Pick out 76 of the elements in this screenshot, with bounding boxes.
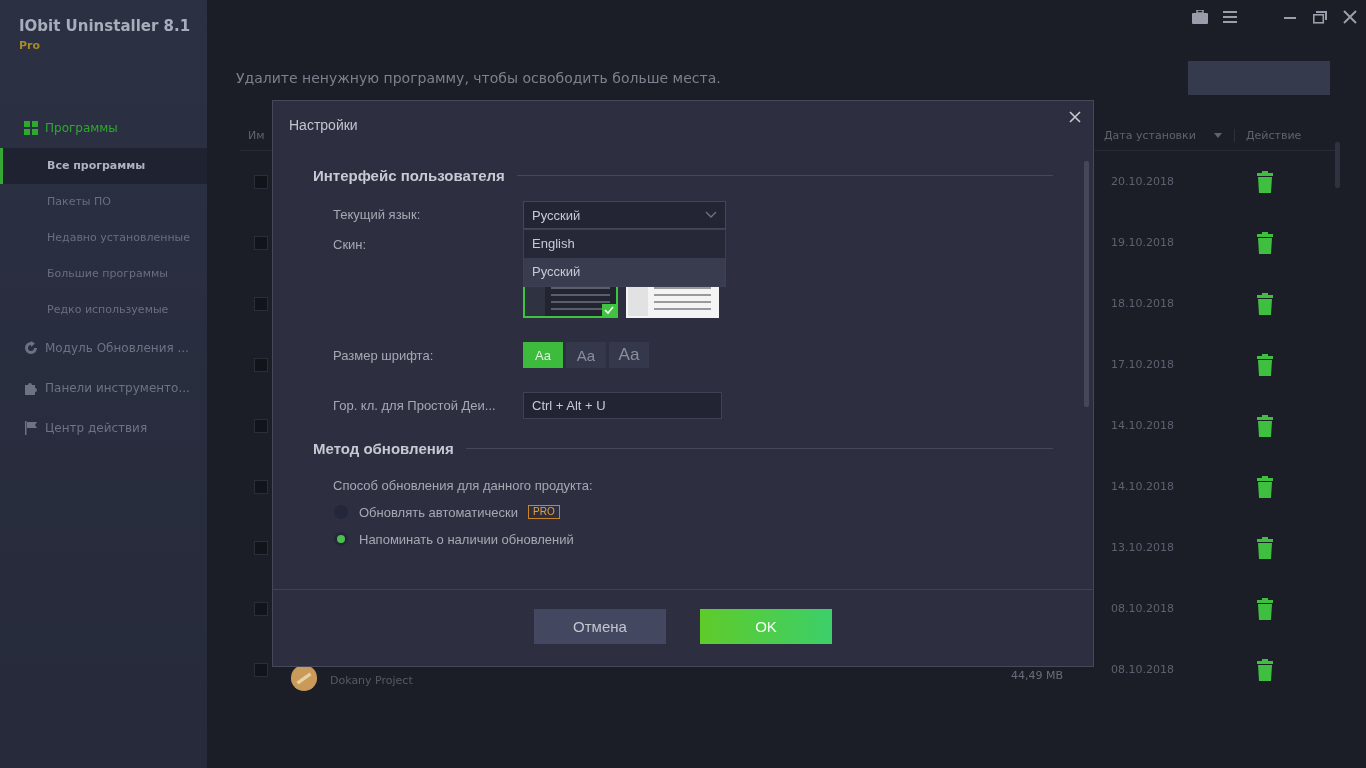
publisher-text: Dokany Project bbox=[330, 674, 413, 687]
radio-label[interactable]: Обновлять автоматически bbox=[359, 504, 518, 520]
trash-icon[interactable] bbox=[1256, 353, 1274, 376]
row-checkbox[interactable] bbox=[254, 662, 268, 677]
nav-subitem[interactable]: Пакеты ПО bbox=[0, 184, 207, 220]
section-heading: Интерфейс пользователя bbox=[313, 166, 505, 184]
section-heading: Метод обновления bbox=[313, 439, 454, 457]
nav-subitem[interactable]: Все программы bbox=[0, 148, 207, 184]
row-checkbox[interactable] bbox=[254, 540, 268, 555]
menu-icon[interactable] bbox=[1222, 10, 1238, 24]
row-checkbox[interactable] bbox=[254, 296, 268, 311]
scrollbar-thumb[interactable] bbox=[1084, 161, 1089, 407]
hotkey-field[interactable]: Ctrl + Alt + U bbox=[523, 392, 722, 419]
nav-item[interactable]: Панели инструменто... bbox=[0, 368, 207, 408]
field-label: Размер шрифта: bbox=[333, 347, 435, 365]
date-cell-text: 19.10.2018 bbox=[1111, 236, 1175, 249]
nav-item[interactable]: Программы bbox=[0, 108, 207, 148]
trash-icon[interactable] bbox=[1256, 658, 1274, 681]
trash-icon[interactable] bbox=[1256, 231, 1274, 254]
column-header[interactable]: Действие bbox=[1234, 128, 1340, 142]
ok-button[interactable]: OK bbox=[700, 609, 832, 644]
field-label: Гор. кл. для Простой Деи... bbox=[333, 397, 497, 415]
sort-caret-icon bbox=[1214, 132, 1222, 138]
pro-badge: PRO bbox=[528, 505, 560, 519]
trash-icon[interactable] bbox=[1256, 475, 1274, 498]
check-icon bbox=[602, 304, 616, 316]
row-checkbox[interactable] bbox=[254, 174, 268, 189]
trash-icon[interactable] bbox=[1256, 536, 1274, 559]
row-checkbox[interactable] bbox=[254, 479, 268, 494]
date-cell-text: 13.10.2018 bbox=[1111, 541, 1175, 554]
date-cell-text: 14.10.2018 bbox=[1111, 480, 1175, 493]
flag-icon bbox=[24, 421, 38, 435]
trash-icon[interactable] bbox=[1256, 597, 1274, 620]
nav-subitem[interactable]: Редко используемые bbox=[0, 292, 207, 328]
field-label: Скин: bbox=[333, 236, 368, 254]
row-checkbox[interactable] bbox=[254, 235, 268, 250]
trash-icon[interactable] bbox=[1256, 170, 1274, 193]
nav-item[interactable]: Модуль Обновления ... bbox=[0, 328, 207, 368]
close-icon[interactable] bbox=[1342, 10, 1358, 24]
toolbox-icon[interactable] bbox=[1192, 10, 1208, 24]
nav-subitem[interactable]: Большие программы bbox=[0, 256, 207, 292]
date-cell-text: 08.10.2018 bbox=[1111, 663, 1175, 676]
refresh-icon bbox=[24, 341, 38, 355]
dialog-title: Настройки bbox=[289, 117, 358, 133]
date-cell-text: 20.10.2018 bbox=[1111, 175, 1175, 188]
size-cell: 44,49 MB bbox=[1010, 669, 1063, 682]
language-option[interactable]: English bbox=[524, 230, 725, 258]
headline: Удалите ненужную программу, чтобы освободить больше места. bbox=[236, 70, 721, 86]
font-size-button[interactable]: Aa bbox=[566, 342, 606, 368]
radio-label[interactable]: Напоминать о наличии обновлений bbox=[359, 531, 574, 547]
language-option[interactable]: Русский bbox=[524, 258, 725, 286]
nav-subitem[interactable]: Недавно установленные bbox=[0, 220, 207, 256]
cancel-button[interactable]: Отмена bbox=[534, 609, 666, 644]
restore-icon[interactable] bbox=[1312, 10, 1328, 24]
grid-icon bbox=[24, 121, 38, 135]
date-cell-text: 14.10.2018 bbox=[1111, 419, 1175, 432]
row-checkbox[interactable] bbox=[254, 357, 268, 372]
puzzle-icon bbox=[24, 381, 38, 395]
field-label: Текущий язык: bbox=[333, 206, 422, 224]
date-cell-text: 08.10.2018 bbox=[1111, 602, 1175, 615]
prompt-text: Способ обновления для данного продукта: bbox=[332, 478, 594, 493]
font-size-button[interactable]: Aa bbox=[523, 342, 563, 368]
trash-icon[interactable] bbox=[1256, 292, 1274, 315]
nav-item[interactable]: Центр действия bbox=[0, 408, 207, 448]
radio-button[interactable] bbox=[333, 531, 349, 547]
chevron-icon bbox=[705, 211, 717, 219]
date-cell-text: 17.10.2018 bbox=[1111, 358, 1175, 371]
date-cell-text: 18.10.2018 bbox=[1111, 297, 1175, 310]
app-title: IObit Uninstaller 8.1 bbox=[19, 17, 192, 35]
font-size-button[interactable]: Aa bbox=[609, 342, 649, 368]
language-dropdown[interactable]: Русский bbox=[523, 201, 726, 229]
edition-label: Pro bbox=[19, 39, 42, 52]
row-checkbox[interactable] bbox=[254, 601, 268, 616]
trash-icon[interactable] bbox=[1256, 414, 1274, 437]
row-checkbox[interactable] bbox=[254, 418, 268, 433]
close-icon[interactable] bbox=[1069, 111, 1081, 123]
